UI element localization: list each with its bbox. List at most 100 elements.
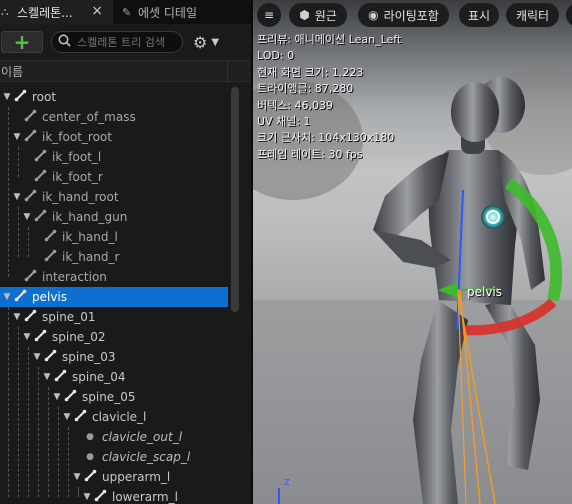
bone-icon	[62, 389, 78, 405]
stat-line: 프리뷰: 애니메이션 Lean_Left	[257, 33, 402, 46]
axis-indicator-z: z	[284, 475, 290, 488]
bone-icon	[92, 489, 108, 504]
bone-name-label: clavicle_l	[92, 410, 147, 424]
bone-tree: ▼ root center_of_mass ▼ ik_foot_root ik_foot_…	[0, 87, 228, 504]
tree-guide-line	[8, 107, 9, 277]
bone-icon	[32, 209, 48, 225]
tree-guide-line	[58, 407, 59, 497]
bone-icon	[22, 189, 38, 205]
expand-arrow-icon[interactable]: ▼	[12, 312, 22, 322]
tree-guide-line	[48, 387, 49, 497]
show-button[interactable]: 표시	[459, 3, 499, 27]
tree-guide-line	[28, 347, 29, 497]
bone-name-label: spine_01	[42, 310, 96, 324]
show-label: 표시	[467, 8, 491, 23]
bone-name-label: ik_hand_l	[62, 230, 118, 244]
hamburger-icon: ≡	[263, 8, 275, 22]
character-button[interactable]: 캐릭터	[506, 3, 559, 27]
bone-icon	[82, 469, 98, 485]
tab-skeleton-tree[interactable]: ⛬ 스켈레톤... ×	[0, 0, 113, 24]
search-input[interactable]	[77, 35, 177, 49]
tree-row-ik-hand-l[interactable]: ik_hand_l	[0, 227, 228, 247]
bone-icon	[22, 129, 38, 145]
bone-icon	[22, 109, 38, 125]
bone-name-label: spine_02	[52, 330, 106, 344]
tree-scrollbar[interactable]	[231, 87, 239, 312]
expand-arrow-icon[interactable]: ▼	[22, 212, 32, 222]
tree-row-spine-04[interactable]: ▼ spine_04	[0, 367, 228, 387]
tree-row-upperarm-l[interactable]: ▼ upperarm_l	[0, 467, 228, 487]
close-icon[interactable]: ×	[91, 3, 103, 19]
bone-icon	[42, 229, 58, 245]
bone-icon	[32, 169, 48, 185]
stat-line: 크기 근사치: 104x130x180	[257, 131, 395, 145]
tree-row-ik-foot-r[interactable]: ik_foot_r	[0, 167, 228, 187]
expand-arrow-icon[interactable]: ▼	[42, 372, 52, 382]
tree-row-clavicle-out-l[interactable]: ● clavicle_out_l	[0, 427, 228, 447]
expand-arrow-icon[interactable]: ▼	[72, 472, 82, 482]
viewport-toolbar: ≡ ⬢ 원근 ◉ 라이팅포함 표시 캐릭터	[253, 0, 572, 30]
tree-row-interaction[interactable]: interaction	[0, 267, 228, 287]
expand-arrow-icon[interactable]: ▼	[62, 412, 72, 422]
preview-viewport[interactable]: ≡ ⬢ 원근 ◉ 라이팅포함 표시 캐릭터 프리뷰: 애니메이션 Lean_Le…	[253, 0, 572, 504]
settings-button[interactable]: ⚙ ▼	[193, 32, 233, 52]
tree-guide-line	[38, 367, 39, 497]
tree-row-spine-01[interactable]: ▼ spine_01	[0, 307, 228, 327]
bone-name-label: ik_hand_root	[42, 190, 119, 204]
tree-row-spine-02[interactable]: ▼ spine_02	[0, 327, 228, 347]
bone-name-label: ik_foot_r	[52, 170, 103, 184]
tree-row-root[interactable]: ▼ root	[0, 87, 228, 107]
perspective-button[interactable]: ⬢ 원근	[289, 3, 347, 27]
stat-line: 트라이앵글: 87,280	[257, 82, 354, 96]
tree-row-clavicle-scap-l[interactable]: ● clavicle_scap_l	[0, 447, 228, 467]
tree-row-spine-05[interactable]: ▼ spine_05	[0, 387, 228, 407]
tree-guide-line	[68, 427, 69, 497]
bone-name-label: clavicle_scap_l	[102, 450, 191, 464]
bone-name-label: ik_foot_l	[52, 150, 102, 164]
stat-line: LOD: 0	[257, 49, 295, 63]
expand-arrow-icon[interactable]: ▼	[2, 92, 12, 102]
bone-name-label: ik_foot_root	[42, 130, 112, 144]
stat-line: 프레임 레이트: 30 fps	[257, 147, 363, 161]
tab-asset-details[interactable]: ✎ 에셋 디테일	[122, 0, 252, 24]
bone-icon	[12, 289, 28, 305]
expand-arrow-icon[interactable]: ▼	[22, 332, 32, 342]
bone-icon	[42, 249, 58, 265]
bone-icon	[42, 349, 58, 365]
perspective-label: 원근	[314, 8, 337, 23]
column-name-label: 이름	[1, 64, 24, 79]
column-header[interactable]: 이름	[0, 60, 252, 83]
more-options-button[interactable]	[566, 3, 572, 27]
socket-icon: ●	[86, 432, 94, 442]
tree-row-ik-foot-l[interactable]: ik_foot_l	[0, 147, 228, 167]
expand-arrow-icon[interactable]: ▼	[32, 352, 42, 362]
expand-arrow-icon[interactable]: ▼	[82, 492, 92, 502]
expand-arrow-icon[interactable]: ▼	[2, 292, 12, 302]
bone-name-label: ik_hand_gun	[52, 210, 128, 224]
expand-arrow-icon[interactable]: ▼	[12, 192, 22, 202]
tree-guide-line	[28, 227, 29, 257]
expand-arrow-icon[interactable]: ▼	[12, 132, 22, 142]
add-button[interactable]: +	[1, 30, 43, 54]
tree-row-spine-03[interactable]: ▼ spine_03	[0, 347, 228, 367]
chevron-down-icon: ▼	[211, 36, 220, 48]
stat-line: 현재 화면 크기: 1.223	[257, 65, 364, 79]
tree-row-center-of-mass[interactable]: center_of_mass	[0, 107, 228, 127]
tree-row-pelvis[interactable]: ▼ pelvis	[0, 287, 228, 307]
search-icon	[58, 34, 72, 50]
search-box[interactable]	[51, 31, 183, 53]
gear-icon: ⚙	[193, 32, 208, 52]
skeleton-tree-icon: ⛬	[1, 5, 9, 18]
expand-arrow-icon[interactable]: ▼	[52, 392, 62, 402]
tree-guide-line	[18, 207, 19, 257]
viewport-menu-button[interactable]: ≡	[257, 3, 281, 27]
tree-row-ik-hand-root[interactable]: ▼ ik_hand_root	[0, 187, 228, 207]
lighting-mode-button[interactable]: ◉ 라이팅포함	[358, 3, 449, 27]
tree-row-clavicle-l[interactable]: ▼ clavicle_l	[0, 407, 228, 427]
tab-skeleton-label: 스켈레톤...	[17, 5, 73, 20]
tree-row-lowerarm-l[interactable]: ▼ lowerarm_l	[0, 487, 228, 504]
tree-row-ik-hand-r[interactable]: ik_hand_r	[0, 247, 228, 267]
tab-bar: ⛬ 스켈레톤... × ✎ 에셋 디테일	[0, 0, 252, 24]
tree-row-ik-hand-gun[interactable]: ▼ ik_hand_gun	[0, 207, 228, 227]
tree-row-ik-foot-root[interactable]: ▼ ik_foot_root	[0, 127, 228, 147]
